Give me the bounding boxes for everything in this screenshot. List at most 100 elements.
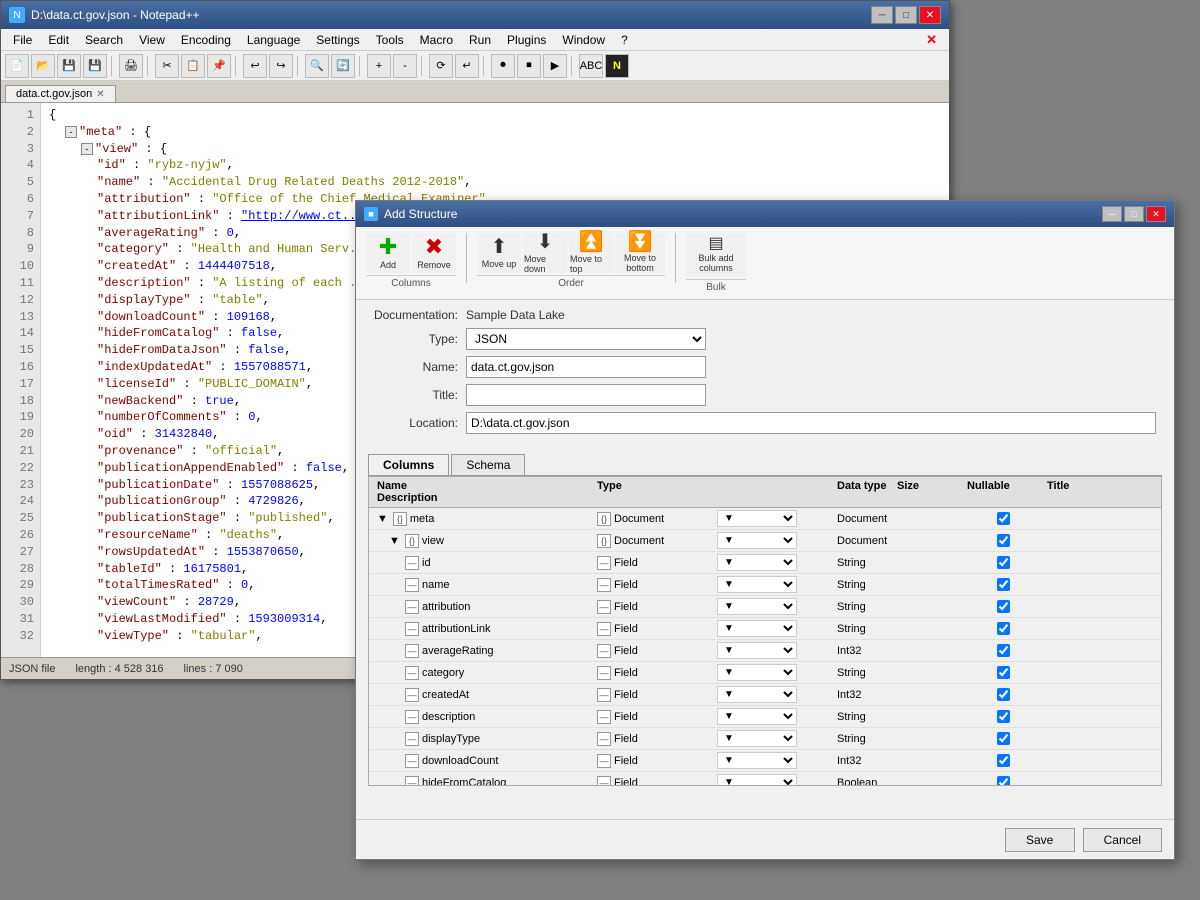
dialog-minimize-button[interactable]: ─: [1102, 206, 1122, 222]
bulk-add-button[interactable]: ▤ Bulk add columns: [686, 233, 746, 277]
table-row-attribution[interactable]: — attribution — Field ▼ String: [369, 596, 1161, 618]
type-select-attribution[interactable]: ▼: [717, 598, 797, 615]
menu-encoding[interactable]: Encoding: [173, 31, 239, 49]
nullable-check-view[interactable]: [997, 534, 1010, 547]
maximize-button[interactable]: □: [895, 6, 917, 24]
tb-wordwrap[interactable]: ↵: [455, 54, 479, 78]
nullable-check-displaytype[interactable]: [997, 732, 1010, 745]
tab-close-icon[interactable]: ✕: [96, 89, 104, 100]
table-row-name[interactable]: — name — Field ▼ String: [369, 574, 1161, 596]
add-button[interactable]: ✚ Add: [366, 233, 410, 273]
dialog-close-button[interactable]: ✕: [1146, 206, 1166, 222]
tb-redo[interactable]: ↪: [269, 54, 293, 78]
tb-replace[interactable]: 🔄: [331, 54, 355, 78]
table-row-downloadcount[interactable]: — downloadCount — Field ▼ Int32: [369, 750, 1161, 772]
tb-saveall[interactable]: 💾: [83, 54, 107, 78]
type-select-downloadcount[interactable]: ▼: [717, 752, 797, 769]
type-select-createdat[interactable]: ▼: [717, 686, 797, 703]
table-row-hidefromcatalog[interactable]: — hideFromCatalog — Field ▼ Boolean: [369, 772, 1161, 786]
type-select-hidefromcatalog[interactable]: ▼: [717, 774, 797, 786]
tb-zoomin[interactable]: +: [367, 54, 391, 78]
tb-print[interactable]: 🖨: [119, 54, 143, 78]
expand-icon-view[interactable]: ▼: [389, 535, 400, 547]
table-row-id[interactable]: — id — Field ▼ String: [369, 552, 1161, 574]
expand-icon-meta[interactable]: ▼: [377, 513, 388, 525]
type-select-id[interactable]: ▼: [717, 554, 797, 571]
table-row-attributionlink[interactable]: — attributionLink — Field ▼ String: [369, 618, 1161, 640]
nullable-check-attributionlink[interactable]: [997, 622, 1010, 635]
table-row-description[interactable]: — description — Field ▼ String: [369, 706, 1161, 728]
nullable-check-downloadcount[interactable]: [997, 754, 1010, 767]
type-select[interactable]: JSON: [466, 328, 706, 350]
table-row-averagerating[interactable]: — averageRating — Field ▼ Int32: [369, 640, 1161, 662]
menu-language[interactable]: Language: [239, 31, 308, 49]
nullable-check-createdat[interactable]: [997, 688, 1010, 701]
nullable-check-averagerating[interactable]: [997, 644, 1010, 657]
title-input[interactable]: [466, 384, 706, 406]
tb-extra[interactable]: N: [605, 54, 629, 78]
tb-paste[interactable]: 📌: [207, 54, 231, 78]
type-select-averagerating[interactable]: ▼: [717, 642, 797, 659]
menu-search[interactable]: Search: [77, 31, 131, 49]
tb-macro-stop[interactable]: ⏹: [517, 54, 541, 78]
nullable-check-name[interactable]: [997, 578, 1010, 591]
columns-table[interactable]: Name Type Data type Size Nullable Title …: [368, 476, 1162, 786]
menu-plugins[interactable]: Plugins: [499, 31, 554, 49]
tb-sync[interactable]: ⟳: [429, 54, 453, 78]
menu-help[interactable]: ?: [613, 31, 636, 49]
close-x[interactable]: ✕: [918, 30, 945, 50]
nullable-check-id[interactable]: [997, 556, 1010, 569]
tb-find[interactable]: 🔍: [305, 54, 329, 78]
tb-zoomout[interactable]: -: [393, 54, 417, 78]
menu-settings[interactable]: Settings: [308, 31, 367, 49]
menu-tools[interactable]: Tools: [368, 31, 412, 49]
remove-button[interactable]: ✖ Remove: [412, 233, 456, 273]
table-row-displaytype[interactable]: — displayType — Field ▼ String: [369, 728, 1161, 750]
menu-macro[interactable]: Macro: [412, 31, 461, 49]
move-to-top-button[interactable]: ⏫ Move to top: [569, 233, 613, 273]
table-row-category[interactable]: — category — Field ▼ String: [369, 662, 1161, 684]
save-button[interactable]: Save: [1005, 828, 1075, 852]
minimize-button[interactable]: ─: [871, 6, 893, 24]
type-select-name[interactable]: ▼: [717, 576, 797, 593]
tb-save[interactable]: 💾: [57, 54, 81, 78]
fold-icon-meta[interactable]: -: [65, 126, 77, 138]
type-select-meta[interactable]: ▼: [717, 510, 797, 527]
nullable-check-description[interactable]: [997, 710, 1010, 723]
menu-view[interactable]: View: [131, 31, 173, 49]
move-down-button[interactable]: ⬇ Move down: [523, 233, 567, 273]
nullable-check-attribution[interactable]: [997, 600, 1010, 613]
name-input[interactable]: [466, 356, 706, 378]
tb-cut[interactable]: ✂: [155, 54, 179, 78]
tb-copy[interactable]: 📋: [181, 54, 205, 78]
type-select-displaytype[interactable]: ▼: [717, 730, 797, 747]
tb-undo[interactable]: ↩: [243, 54, 267, 78]
tab-columns[interactable]: Columns: [368, 454, 449, 475]
table-row-meta[interactable]: ▼ {} meta {} Document ▼ Document: [369, 508, 1161, 530]
menu-window[interactable]: Window: [554, 31, 613, 49]
nullable-check-category[interactable]: [997, 666, 1010, 679]
tb-macro-rec[interactable]: ⏺: [491, 54, 515, 78]
location-input[interactable]: [466, 412, 1156, 434]
menu-edit[interactable]: Edit: [40, 31, 77, 49]
move-up-button[interactable]: ⬆ Move up: [477, 233, 521, 273]
close-button[interactable]: ✕: [919, 6, 941, 24]
tab-schema[interactable]: Schema: [451, 454, 525, 475]
menu-file[interactable]: File: [5, 31, 40, 49]
npp-tab-file[interactable]: data.ct.gov.json ✕: [5, 85, 116, 102]
table-row-view[interactable]: ▼ {} view {} Document ▼ Document: [369, 530, 1161, 552]
tb-new[interactable]: 📄: [5, 54, 29, 78]
cancel-button[interactable]: Cancel: [1083, 828, 1162, 852]
tb-macro-play[interactable]: ▶: [543, 54, 567, 78]
dialog-maximize-button[interactable]: □: [1124, 206, 1144, 222]
type-select-description[interactable]: ▼: [717, 708, 797, 725]
fold-icon-view[interactable]: -: [81, 143, 93, 155]
tb-open[interactable]: 📂: [31, 54, 55, 78]
type-select-view[interactable]: ▼: [717, 532, 797, 549]
table-row-createdat[interactable]: — createdAt — Field ▼ Int32: [369, 684, 1161, 706]
type-select-attributionlink[interactable]: ▼: [717, 620, 797, 637]
menu-run[interactable]: Run: [461, 31, 499, 49]
move-to-bottom-button[interactable]: ⏬ Move to bottom: [615, 233, 665, 273]
type-select-category[interactable]: ▼: [717, 664, 797, 681]
nullable-check-hidefromcatalog[interactable]: [997, 776, 1010, 786]
